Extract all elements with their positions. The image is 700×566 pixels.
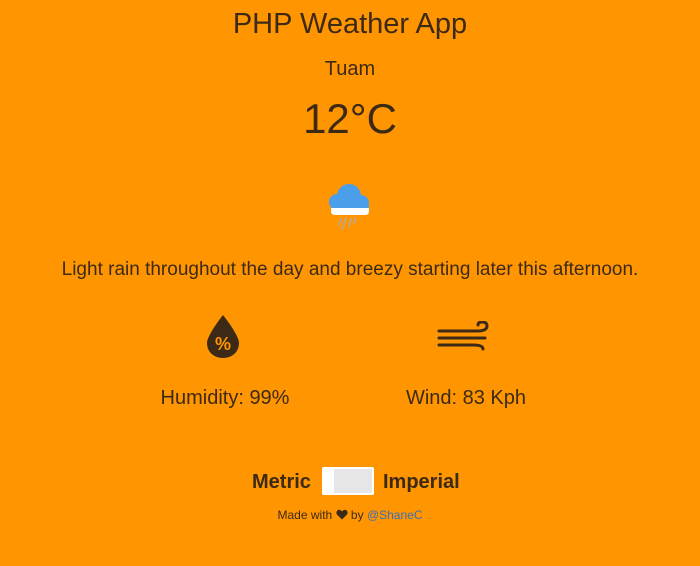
rain-cloud-icon [323,181,373,233]
footer-by: by [350,508,364,522]
city-name: Tuam [324,58,376,80]
author-link[interactable]: @ShaneC [367,508,423,522]
metric-label: Metric [252,471,311,493]
heart-icon [335,508,348,524]
wind-value: Wind: 83 Kph [405,387,527,409]
page-title: PHP Weather App [232,8,468,40]
svg-text:%: % [215,334,231,354]
weather-summary: Light rain throughout the day and breezy… [61,259,639,280]
toggle-knob[interactable] [324,469,334,493]
humidity-value: Humidity: 99% [160,387,290,409]
temperature: 12°C [303,95,397,142]
footer: Made with by @ShaneC [0,507,700,524]
unit-toggle[interactable] [322,467,374,495]
wind-icon [437,320,493,351]
humidity-drop-icon: % [205,313,241,359]
imperial-label: Imperial [383,471,460,493]
footer-made-with: Made with [277,508,333,522]
unit-switcher: Metric Imperial [0,466,700,498]
